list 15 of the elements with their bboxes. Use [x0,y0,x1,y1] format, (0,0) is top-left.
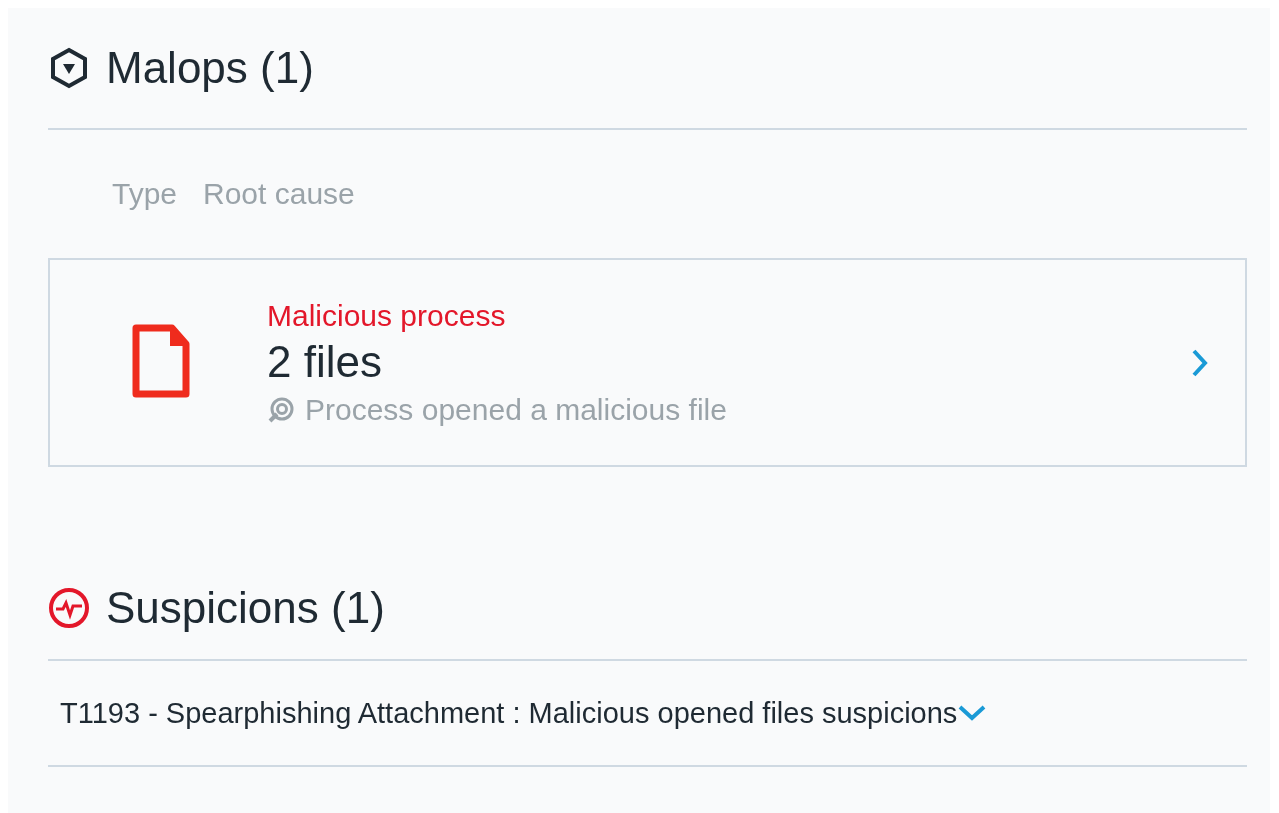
root-cause: 2 files [267,336,383,387]
chevron-right-icon[interactable] [1191,347,1209,378]
column-header: Type [111,177,179,211]
malop-description: Process opened a malicious file [305,392,727,427]
hexagon-icon [48,46,90,90]
pulse-icon [48,587,90,629]
malop-category: Malicious process [267,298,507,333]
file-icon [132,323,190,398]
section-title: Suspicions (1) [106,583,385,633]
suspicion-row[interactable]: T1193 - Spearphishing Attachment : Malicious opened files suspicions [48,661,1247,767]
column-header: Root cause [203,177,355,211]
section-title: Malops (1) [106,43,314,93]
suspicion-label: T1193 - Spearphishing Attachment : Malicious opened files suspicions [60,696,958,730]
malop-card[interactable]: Malicious process 2 files Process opened a malicious file [48,258,1247,467]
chevron-icon[interactable] [957,704,988,722]
